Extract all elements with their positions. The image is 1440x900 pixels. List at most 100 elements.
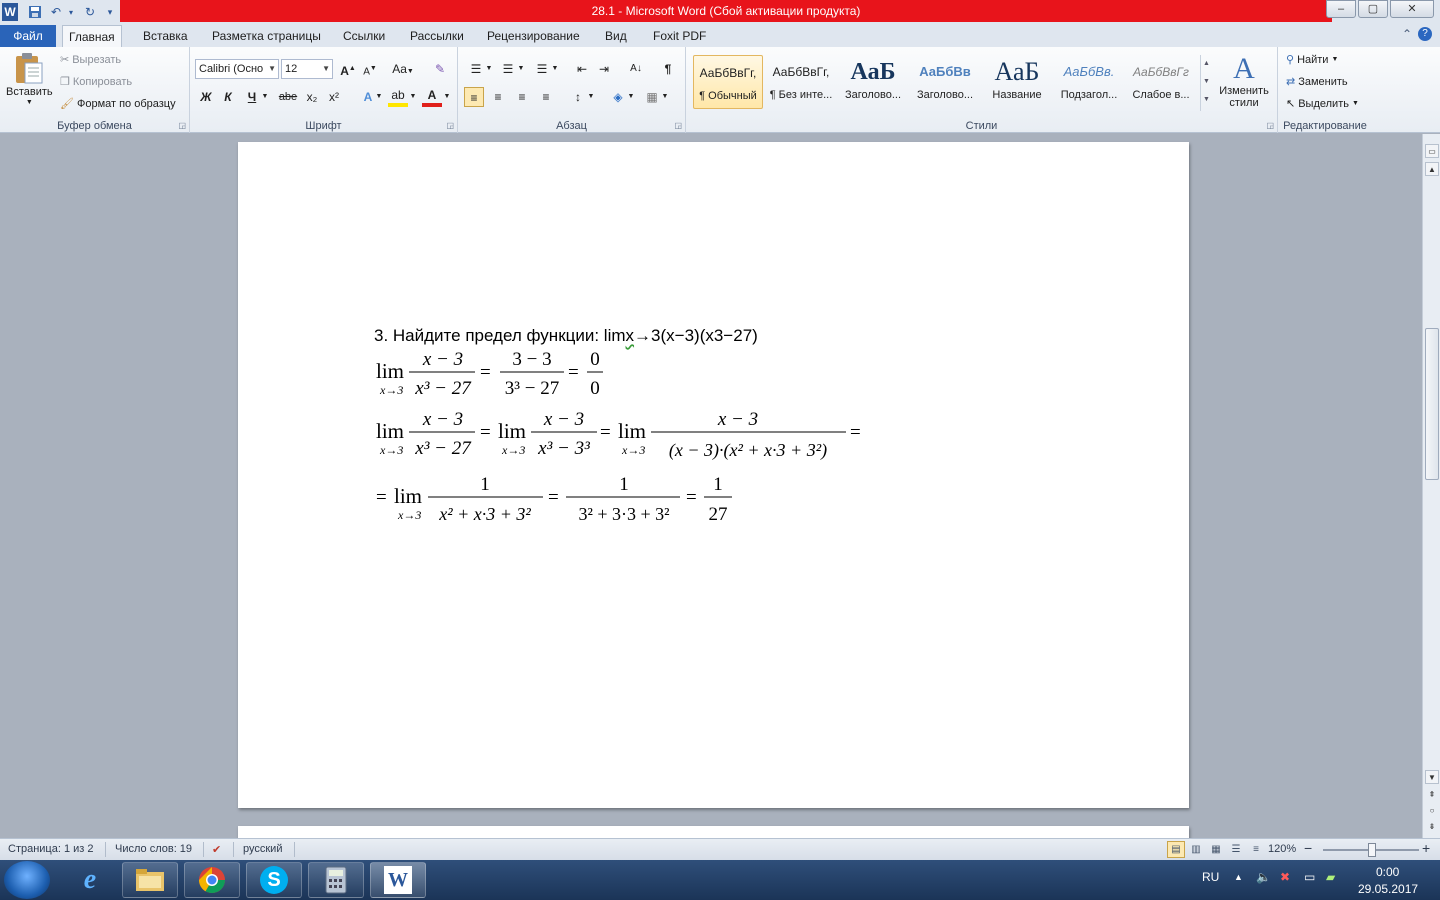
underline-dropdown-icon[interactable]: ▼ [260,87,270,107]
highlight-button[interactable]: ab [388,87,408,107]
paragraph-launcher-icon[interactable]: ◲ [674,121,682,130]
sort-button[interactable]: A↓ [626,59,646,79]
volume-icon[interactable]: 🔈 [1256,870,1271,884]
italic-button[interactable]: К [218,87,238,107]
clipboard-launcher-icon[interactable]: ◲ [178,121,186,130]
justify-button[interactable]: ≡ [536,87,556,107]
replace-button[interactable]: ⇄ Заменить [1286,75,1348,89]
borders-button[interactable]: ▦ [642,87,662,107]
word-count[interactable]: Число слов: 19 [115,843,192,855]
multilevel-list-button[interactable]: ☰ [532,59,552,79]
vertical-scrollbar[interactable]: ▭ ▲ ▼ ⇞ ○ ⇟ [1422,134,1440,838]
minimize-ribbon-icon[interactable]: ⌃ [1402,27,1412,41]
action-center-icon[interactable]: ▭ [1304,870,1315,884]
font-launcher-icon[interactable]: ◲ [446,121,454,130]
full-screen-reading-view-icon[interactable]: ▥ [1187,841,1205,858]
draft-view-icon[interactable]: ≡ [1247,841,1265,858]
text-effects-dropdown-icon[interactable]: ▼ [374,87,384,107]
zoom-out-button[interactable]: − [1304,840,1312,856]
start-button[interactable] [4,861,50,899]
calculator-icon[interactable] [308,862,364,898]
tab-view[interactable]: Вид [599,25,633,47]
browse-object-icon[interactable]: ○ [1425,804,1439,818]
zoom-in-button[interactable]: + [1422,840,1430,856]
close-button[interactable]: ✕ [1390,0,1434,18]
tab-review[interactable]: Рецензирование [481,25,586,47]
word-taskbar-icon[interactable]: W [370,862,426,898]
subscript-button[interactable]: x₂ [302,87,322,107]
style-normal[interactable]: АаБбВвГг, ¶ Обычный [693,55,763,109]
scroll-down-button[interactable]: ▼ [1425,770,1439,784]
style-heading-2[interactable]: АаБбВв Заголово... [910,55,980,109]
power-icon[interactable]: ▰ [1326,870,1335,884]
document-page[interactable]: 3. Найдите предел функции: limx→3(x−3)(x… [238,142,1189,808]
numbering-button[interactable]: ☰ [498,59,518,79]
question-line[interactable]: 3. Найдите предел функции: limx→3(x−3)(x… [374,326,758,346]
internet-explorer-icon[interactable]: e [62,862,118,898]
maximize-button[interactable]: ▢ [1358,0,1388,18]
format-painter-button[interactable]: 🖌 Формат по образцу [60,97,176,111]
document-page-2[interactable] [238,826,1189,838]
show-formatting-button[interactable]: ¶ [658,59,678,79]
save-icon[interactable] [26,3,44,21]
font-color-button[interactable]: A [422,87,442,107]
clock-time[interactable]: 0:00 [1376,865,1399,879]
font-name-combo[interactable]: Calibri (Осно ▼ [195,59,279,79]
zoom-slider-knob[interactable] [1368,843,1376,857]
clear-formatting-button[interactable]: ✎ [430,59,450,79]
show-hidden-icons-icon[interactable]: ▲ [1234,872,1243,882]
document-area[interactable]: 3. Найдите предел функции: limx→3(x−3)(x… [0,134,1422,838]
skype-icon[interactable]: S [246,862,302,898]
numbering-dropdown-icon[interactable]: ▼ [516,59,526,79]
scroll-up-button[interactable]: ▲ [1425,162,1439,176]
bold-button[interactable]: Ж [196,87,216,107]
font-color-dropdown-icon[interactable]: ▼ [442,87,452,107]
style-subtitle[interactable]: АаБбВв. Подзагол... [1054,55,1124,109]
paste-button[interactable]: Вставить ▼ [6,51,53,106]
bullets-dropdown-icon[interactable]: ▼ [484,59,494,79]
network-icon[interactable]: ✖ [1280,870,1290,884]
tab-references[interactable]: Ссылки [337,25,391,47]
chrome-icon[interactable] [184,862,240,898]
next-page-icon[interactable]: ⇟ [1425,820,1439,834]
style-title[interactable]: АаБ Название [982,55,1052,109]
font-size-combo[interactable]: 12 ▼ [281,59,333,79]
multilevel-dropdown-icon[interactable]: ▼ [550,59,560,79]
style-subtle-emphasis[interactable]: АаБбВвГг Слабое в... [1126,55,1196,109]
print-layout-view-icon[interactable]: ▤ [1167,841,1185,858]
superscript-button[interactable]: x² [324,87,344,107]
align-right-button[interactable]: ≡ [512,87,532,107]
style-no-spacing[interactable]: АаБбВвГг, ¶ Без инте... [766,55,836,109]
align-left-button[interactable]: ≡ [464,87,484,107]
clock-date[interactable]: 29.05.2017 [1358,882,1418,896]
shading-dropdown-icon[interactable]: ▼ [626,87,636,107]
web-layout-view-icon[interactable]: ▦ [1207,841,1225,858]
bullets-button[interactable]: ☰ [466,59,486,79]
style-heading-1[interactable]: АаБ Заголово... [838,55,908,109]
change-case-button[interactable]: Aa▼ [390,59,416,79]
cut-button[interactable]: ✂ Вырезать [60,53,121,67]
file-explorer-icon[interactable] [122,862,178,898]
zoom-level[interactable]: 120% [1268,843,1296,855]
scroll-thumb[interactable] [1425,328,1439,480]
minimize-button[interactable]: – [1326,0,1356,18]
select-button[interactable]: ↖ Выделить ▼ [1286,97,1359,111]
undo-dropdown-icon[interactable]: ▾ [66,3,76,21]
change-styles-button[interactable]: A Изменить стили [1216,53,1272,110]
underline-button[interactable]: Ч [242,87,262,107]
grow-font-button[interactable]: A▲ [338,59,358,79]
limit-equations-image[interactable]: lim x→3 x − 3 x³ − 27 = 3 − 3 3³ − 27 = … [368,346,868,536]
tab-insert[interactable]: Вставка [137,25,194,47]
page-count[interactable]: Страница: 1 из 2 [8,843,94,855]
help-icon[interactable]: ? [1418,27,1432,41]
previous-page-icon[interactable]: ⇞ [1425,788,1439,802]
tab-home[interactable]: Главная [62,25,122,47]
language-indicator[interactable]: русский [243,843,282,855]
ruler-toggle-icon[interactable]: ▭ [1425,144,1439,158]
tab-foxit-pdf[interactable]: Foxit PDF [647,25,712,47]
strikethrough-button[interactable]: abe [276,87,300,107]
tab-page-layout[interactable]: Разметка страницы [206,25,327,47]
decrease-indent-button[interactable]: ⇤ [572,59,592,79]
line-spacing-button[interactable]: ↕ [568,87,588,107]
center-button[interactable]: ≡ [488,87,508,107]
